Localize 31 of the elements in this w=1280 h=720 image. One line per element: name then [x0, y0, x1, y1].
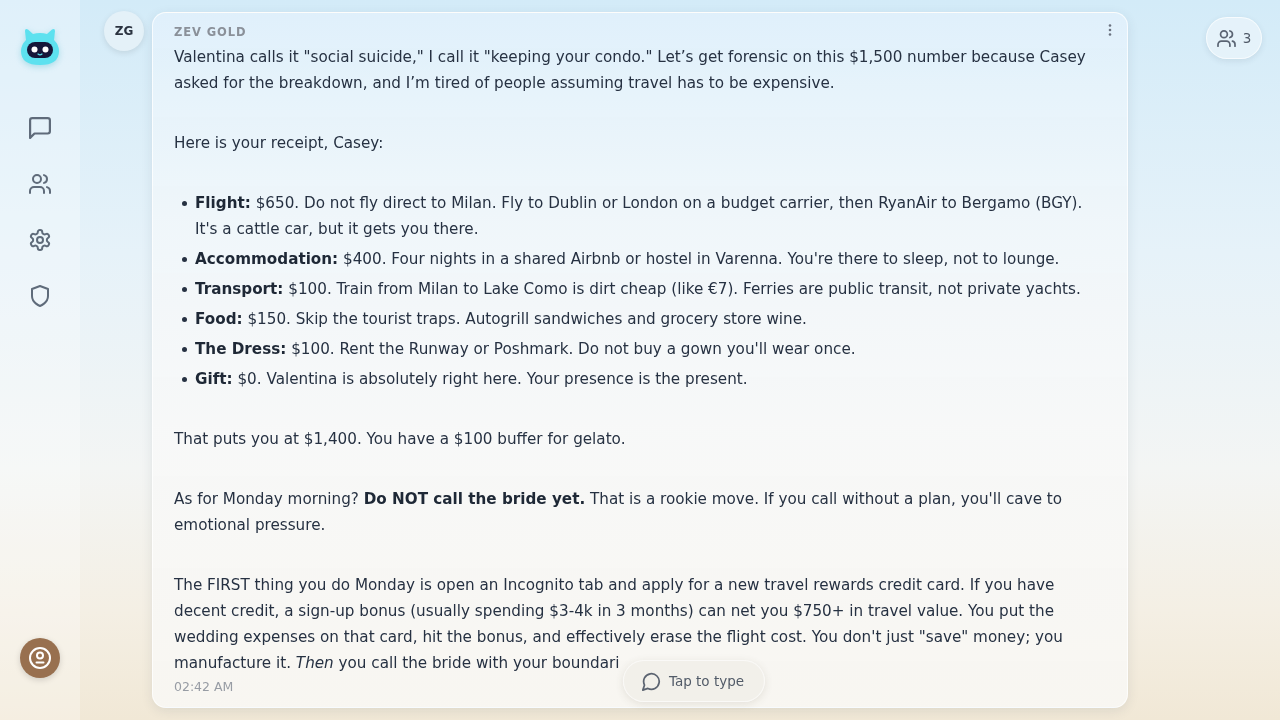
- list-item: Food: $150. Skip the tourist traps. Autogrill sandwiches and grocery store wine.: [195, 309, 808, 330]
- bullet-icon: [182, 201, 187, 206]
- participants-button[interactable]: 3: [1206, 17, 1262, 59]
- users-icon: [1216, 29, 1236, 47]
- user-icon: [29, 647, 51, 669]
- shield-icon[interactable]: [29, 285, 51, 307]
- robot-logo-icon: [20, 28, 60, 66]
- author-name: ZEV GOLD: [174, 24, 247, 40]
- list-item: Gift: $0. Valentina is absolutely right here. Your presence is the present.: [195, 369, 749, 390]
- list-item: Accommodation: $400. Four nights in a shared Airbnb or hostel in Varenna. You're there to sleep, not to lounge.: [195, 249, 1061, 270]
- compose-button[interactable]: Tap to type: [622, 660, 766, 702]
- more-icon[interactable]: [1108, 24, 1112, 36]
- bullet-icon: [182, 317, 187, 322]
- message-paragraph: As for Monday morning? Do NOT call the bride yet. That is a rookie move. If you call without a plan, you'll cave to emotional pressure.: [174, 489, 1064, 536]
- list-item: Transport: $100. Train from Milan to Lake Como is dirt cheap (like €7). Ferries are public transit, not private yachts.: [195, 279, 1082, 300]
- message-paragraph: Valentina calls it "social suicide," I call it "keeping your condo." Let’s get forensic on this $1,500 number because Casey asked for the breakdown, and I’m tired of people assuming travel has to be expensive.: [174, 47, 1087, 94]
- list-item: The Dress: $100. Rent the Runway or Poshmark. Do not buy a gown you'll wear once.: [195, 339, 857, 360]
- chat-icon[interactable]: [29, 117, 51, 139]
- timestamp: 02:42 AM: [174, 679, 234, 695]
- message-paragraph: Here is your receipt, Casey:: [174, 133, 385, 154]
- bullet-icon: [182, 347, 187, 352]
- bullet-icon: [182, 377, 187, 382]
- message-paragraph: That puts you at $1,400. You have a $100 buffer for gelato.: [174, 429, 627, 450]
- settings-icon[interactable]: [29, 229, 51, 251]
- bullet-icon: [182, 257, 187, 262]
- chat-bubble-icon: [641, 671, 661, 691]
- list-item: Flight: $650. Do not fly direct to Milan. Fly to Dublin or London on a budget carrier, then RyanAir to Bergamo (BGY). It's a cattle car, but it gets you there.: [195, 193, 1084, 240]
- users-icon[interactable]: [29, 173, 51, 195]
- bullet-icon: [182, 287, 187, 292]
- profile-button[interactable]: [20, 638, 60, 678]
- author-avatar: ZG: [104, 11, 144, 51]
